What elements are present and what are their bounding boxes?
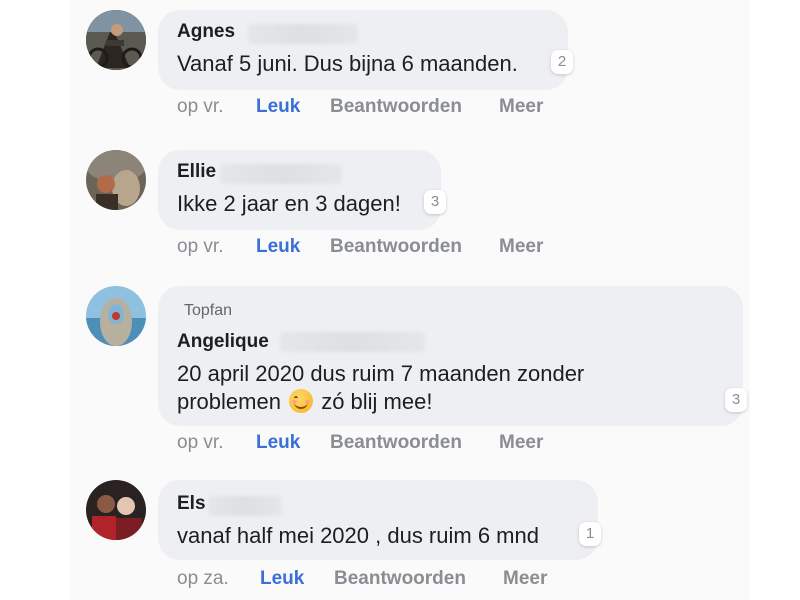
reply-button[interactable]: Beantwoorden <box>330 96 462 118</box>
avatar-photo <box>86 286 146 346</box>
comment-text-line-2: problemen zó blij mee! <box>177 388 432 416</box>
redacted-surname <box>248 24 358 44</box>
avatar[interactable] <box>86 150 146 210</box>
comment-text-part: zó blij mee! <box>321 389 433 414</box>
author-name[interactable]: Agnes <box>177 21 235 43</box>
avatar-photo <box>86 150 146 210</box>
more-button[interactable]: Meer <box>499 96 543 118</box>
comment-text-part: problemen <box>177 389 281 414</box>
author-name[interactable]: Ellie <box>177 161 216 183</box>
comment-text: Ikke 2 jaar en 3 dagen! <box>177 191 401 216</box>
topfan-badge: Topfan <box>184 302 233 319</box>
like-button[interactable]: Leuk <box>256 236 300 258</box>
reply-button[interactable]: Beantwoorden <box>330 236 462 258</box>
comment-bubble[interactable]: Ellie Ikke 2 jaar en 3 dagen! 3 <box>158 150 446 230</box>
redacted-surname <box>220 164 342 184</box>
redacted-surname <box>208 496 282 516</box>
reply-button[interactable]: Beantwoorden <box>334 568 466 590</box>
avatar[interactable] <box>86 480 146 540</box>
timestamp[interactable]: op vr. <box>177 432 223 454</box>
timestamp[interactable]: op za. <box>177 568 229 590</box>
comment-bubble[interactable]: Topfan Angelique 20 april 2020 dus ruim … <box>158 286 747 426</box>
like-button[interactable]: Leuk <box>256 432 300 454</box>
more-button[interactable]: Meer <box>499 236 543 258</box>
like-button[interactable]: Leuk <box>260 568 304 590</box>
reaction-count[interactable]: 3 <box>424 190 446 214</box>
comment-ellie: Ellie Ikke 2 jaar en 3 dagen! 3 op vr. L… <box>70 150 750 270</box>
redacted-surname <box>280 332 425 352</box>
timestamp[interactable]: op vr. <box>177 236 223 258</box>
comment-text: Vanaf 5 juni. Dus bijna 6 maanden. <box>177 51 518 76</box>
reply-button[interactable]: Beantwoorden <box>330 432 462 454</box>
reaction-count[interactable]: 1 <box>579 522 601 546</box>
timestamp[interactable]: op vr. <box>177 96 223 118</box>
smiling-face-emoji-icon <box>289 389 314 413</box>
avatar-photo <box>86 480 146 540</box>
more-button[interactable]: Meer <box>499 432 543 454</box>
author-name[interactable]: Angelique <box>177 331 269 353</box>
reaction-count[interactable]: 2 <box>551 50 573 74</box>
avatar-photo <box>86 10 146 70</box>
comment-angelique: Topfan Angelique 20 april 2020 dus ruim … <box>70 286 750 466</box>
more-button[interactable]: Meer <box>503 568 547 590</box>
comment-agnes: Agnes Vanaf 5 juni. Dus bijna 6 maanden.… <box>70 10 750 130</box>
comment-text-line-1: 20 april 2020 dus ruim 7 maanden zonder <box>177 361 585 386</box>
avatar[interactable] <box>86 286 146 346</box>
comment-text: vanaf half mei 2020 , dus ruim 6 mnd <box>177 523 539 548</box>
comment-els: Els vanaf half mei 2020 , dus ruim 6 mnd… <box>70 480 750 600</box>
author-name[interactable]: Els <box>177 493 206 515</box>
comment-bubble[interactable]: Els vanaf half mei 2020 , dus ruim 6 mnd… <box>158 480 601 560</box>
comment-bubble[interactable]: Agnes Vanaf 5 juni. Dus bijna 6 maanden.… <box>158 10 573 90</box>
like-button[interactable]: Leuk <box>256 96 300 118</box>
reaction-count[interactable]: 3 <box>725 388 747 412</box>
comments-feed: Agnes Vanaf 5 juni. Dus bijna 6 maanden.… <box>70 0 750 600</box>
avatar[interactable] <box>86 10 146 70</box>
